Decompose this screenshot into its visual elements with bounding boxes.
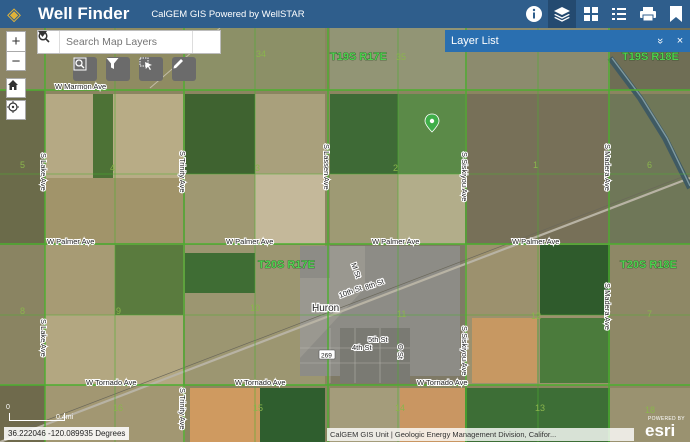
print-icon[interactable] [634,0,662,28]
road-label: W Palmer Ave [372,237,419,246]
zoom-search-icon [73,57,87,71]
draw-tool-button[interactable] [172,57,196,81]
road-label: W Palmer Ave [47,237,94,246]
township-label: T19S R18E [622,51,679,63]
city-label: Huron [312,303,339,314]
section-label: 15 [253,403,263,413]
road-label: S Madera Ave [603,283,612,330]
road-label: W Marmon Ave [55,82,106,91]
select-cursor-icon [139,57,152,70]
township-label: T20S R18E [620,259,677,271]
close-icon[interactable]: × [670,35,690,47]
section-label: 8 [20,306,25,316]
coordinate-readout: 36.222046 -120.089935 Degrees [4,427,130,440]
aerial-imagery: 34 35 5 4 3 2 1 6 8 9 10 11 12 7 16 15 1… [0,28,690,442]
info-icon[interactable] [520,0,548,28]
scale-zero-label: 0 [6,404,10,411]
attribution-bar[interactable]: CalGEM GIS Unit | Geologic Energy Manage… [327,428,634,441]
township-label: T19S R17E [330,51,387,63]
section-label: 11 [397,309,406,319]
road-label: S Trinity Ave [178,151,187,193]
legend-icon[interactable] [605,0,633,28]
bookmark-icon[interactable] [662,0,690,28]
road-label: S Lassen Ave [322,144,331,190]
road-label: O St [396,344,405,360]
esri-logo: POWERED BY esri [640,413,690,441]
svg-text:269: 269 [321,353,332,360]
scale-label: 0.4mi [56,414,74,421]
basemap-gallery-icon[interactable] [577,0,605,28]
esri-wordmark: esri [645,421,676,440]
section-label: 5 [20,160,25,170]
app-subtitle: CalGEM GIS Powered by WellSTAR [151,8,305,20]
home-button[interactable] [6,78,26,98]
coordinate-text: 36.222046 -120.089935 Degrees [8,429,126,438]
road-label: W Tornado Ave [86,378,137,387]
header-toolbar [519,0,690,28]
logo-icon: ◈ [7,3,21,24]
app-header: ◈ Well Finder CalGEM GIS Powered by Well… [0,0,690,28]
road-label: W Palmer Ave [226,237,273,246]
layer-list-title: Layer List [451,35,499,47]
section-label: 7 [647,309,652,319]
zoom-out-button[interactable]: − [6,51,26,71]
section-label: 14 [395,403,405,413]
section-label: 9 [116,306,121,316]
section-label: 35 [396,52,406,62]
road-label: W Tornado Ave [417,378,468,387]
map-view[interactable]: 34 35 5 4 3 2 1 6 8 9 10 11 12 7 16 15 1… [0,28,690,442]
section-label: 2 [393,163,398,173]
zoom-in-button[interactable]: + [6,31,26,51]
pencil-icon [173,59,183,69]
search-input[interactable] [60,32,192,52]
query-tool-button[interactable] [73,57,97,81]
filter-icon [106,58,119,69]
road-label: S Siskiyou Ave [460,152,469,201]
road-label: 4th St [352,343,373,352]
section-label: 10 [250,303,260,313]
section-label: 3 [255,163,260,173]
app-title: Well Finder [38,4,130,23]
locate-button[interactable] [6,100,26,120]
section-label: 6 [647,160,652,170]
township-label: T20S R17E [258,259,315,271]
road-label: S Lake Ave [39,153,48,191]
section-label: 4 [110,163,115,173]
road-label: W Tornado Ave [235,378,286,387]
road-label: S Trinity Ave [178,388,187,430]
section-label: 34 [256,49,266,59]
section-label: 16 [113,403,123,413]
home-icon [8,80,18,90]
huron-urban-area [300,246,460,383]
section-label: 12 [531,311,541,321]
layers-icon[interactable] [548,0,576,28]
section-label: 1 [533,160,538,170]
road-label: S Siskiyou Ave [460,326,469,375]
layer-list-panel: Layer List » × [445,30,690,52]
road-label: W Palmer Ave [512,237,559,246]
filter-tool-button[interactable] [106,57,130,81]
select-tool-button[interactable] [139,57,163,81]
search-widget [37,30,221,54]
section-label: 13 [535,403,545,413]
search-button[interactable] [38,31,216,53]
search-icon [38,31,50,43]
collapse-icon[interactable]: » [654,31,666,51]
attribution-text: CalGEM GIS Unit | Geologic Energy Manage… [330,430,557,439]
crosshair-icon [7,101,19,113]
road-label: S Madera Ave [603,144,612,191]
highway-269-shield: 269 [318,349,336,360]
road-label: S Lake Ave [39,319,48,357]
